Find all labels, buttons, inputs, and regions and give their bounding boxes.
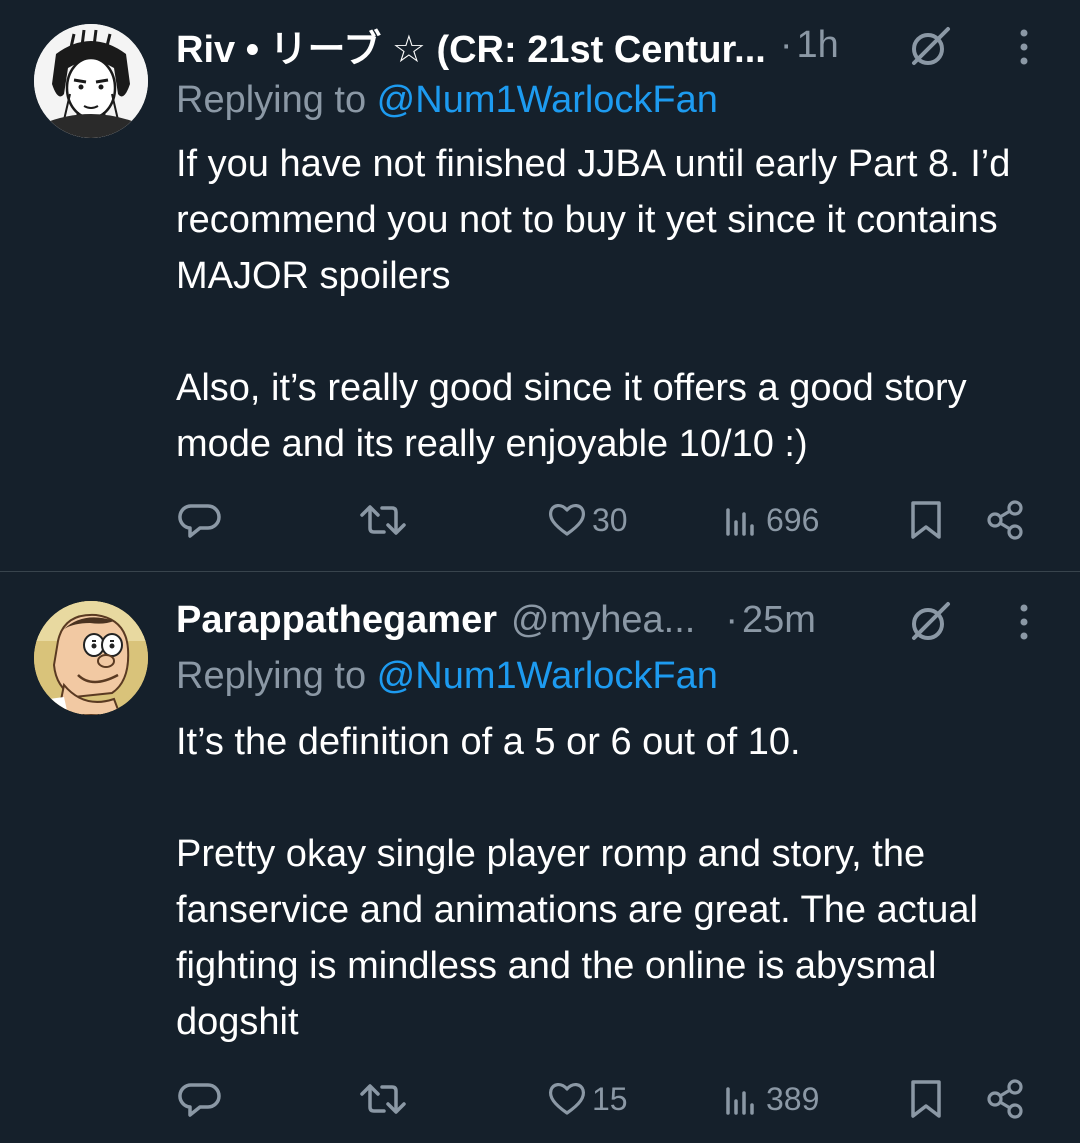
- more-icon[interactable]: [1012, 600, 1036, 644]
- share-button[interactable]: [984, 1069, 1028, 1129]
- replying-to: Replying to @Num1WarlockFan: [176, 655, 718, 698]
- separator-dot: ·: [725, 598, 738, 641]
- tweet-paragraph: Pretty okay single player romp and story…: [176, 833, 978, 1043]
- avatar[interactable]: [34, 601, 148, 715]
- replying-prefix: Replying to: [176, 655, 377, 697]
- tweet-paragraph: Also, it’s really good since it offers a…: [176, 367, 967, 465]
- like-count: 15: [592, 1080, 628, 1117]
- tweet[interactable]: Parappathegamer @myhea... · 25m Replying…: [0, 572, 1080, 1143]
- share-button[interactable]: [984, 490, 1028, 550]
- replying-to: Replying to @Num1WarlockFan: [176, 79, 718, 122]
- tweet[interactable]: Riv • リーブ ☆ (CR: 21st Centur... · 1h Rep…: [0, 0, 1080, 571]
- retweet-button[interactable]: [358, 490, 408, 550]
- retweet-button[interactable]: [358, 1069, 408, 1129]
- share-icon: [987, 500, 1023, 540]
- cartoon-man-avatar: [34, 601, 148, 715]
- timestamp[interactable]: 25m: [742, 599, 816, 642]
- like-icon: [548, 1083, 586, 1115]
- action-bar: 15 389: [0, 1069, 1080, 1129]
- views-icon: [726, 1087, 754, 1115]
- like-button[interactable]: 30: [546, 490, 628, 550]
- view-count: 696: [766, 501, 820, 538]
- separator-dot: ·: [779, 23, 793, 66]
- mention-link[interactable]: @Num1WarlockFan: [377, 655, 718, 697]
- like-button[interactable]: 15: [546, 1069, 628, 1129]
- avatar[interactable]: [34, 24, 148, 138]
- grok-icon[interactable]: [906, 23, 954, 71]
- mention-link[interactable]: @Num1WarlockFan: [377, 79, 718, 121]
- bookmark-icon: [911, 501, 941, 539]
- bookmark-icon: [911, 1080, 941, 1118]
- views-icon: [726, 508, 754, 536]
- action-bar: 30 696: [0, 490, 1080, 550]
- views-button[interactable]: 696: [722, 490, 819, 550]
- bookmark-button[interactable]: [908, 1069, 944, 1129]
- timestamp[interactable]: 1h: [797, 24, 839, 67]
- share-icon: [987, 1079, 1023, 1119]
- user-handle[interactable]: @myhea...: [511, 599, 695, 642]
- replying-prefix: Replying to: [176, 79, 377, 121]
- reply-button[interactable]: [178, 490, 222, 550]
- tweet-text: If you have not finished JJBA until earl…: [176, 136, 1050, 472]
- like-icon: [548, 504, 586, 536]
- display-name[interactable]: Parappathegamer: [176, 599, 497, 642]
- tweet-paragraph: If you have not finished JJBA until earl…: [176, 143, 1011, 297]
- reply-icon: [178, 1083, 221, 1117]
- manga-character-avatar: [34, 24, 148, 138]
- retweet-icon: [360, 1084, 406, 1114]
- views-button[interactable]: 389: [722, 1069, 819, 1129]
- tweet-text: It’s the definition of a 5 or 6 out of 1…: [176, 714, 1050, 1050]
- reply-button[interactable]: [178, 1069, 222, 1129]
- like-count: 30: [592, 501, 628, 538]
- more-icon[interactable]: [1012, 25, 1036, 69]
- display-name[interactable]: Riv • リーブ ☆ (CR: 21st Centur...: [176, 18, 766, 73]
- reply-icon: [178, 504, 221, 538]
- bookmark-button[interactable]: [908, 490, 944, 550]
- view-count: 389: [766, 1080, 820, 1117]
- grok-icon[interactable]: [906, 598, 954, 646]
- retweet-icon: [360, 505, 406, 535]
- tweet-paragraph: It’s the definition of a 5 or 6 out of 1…: [176, 721, 801, 763]
